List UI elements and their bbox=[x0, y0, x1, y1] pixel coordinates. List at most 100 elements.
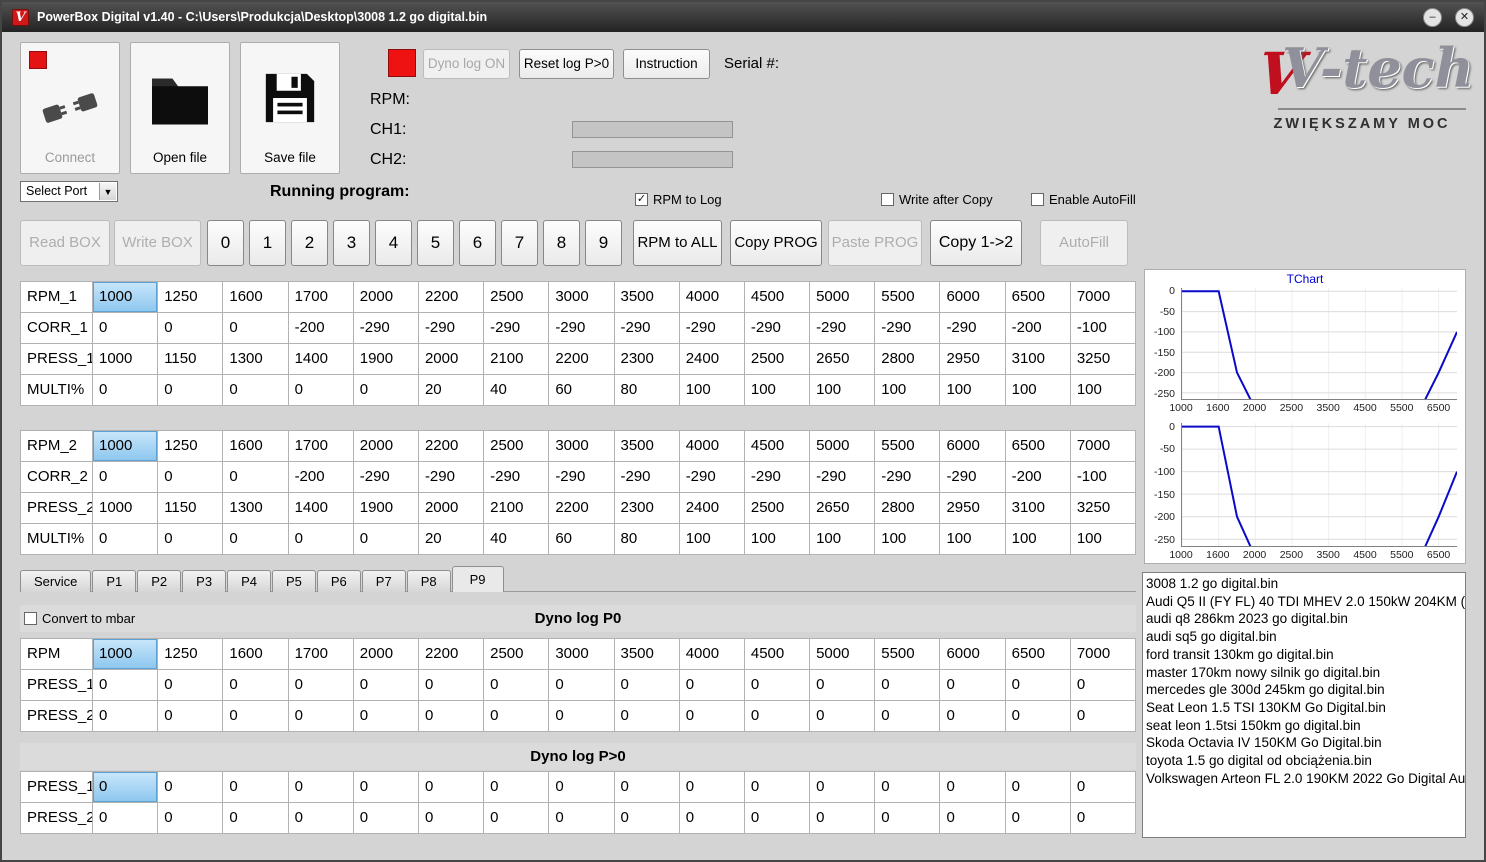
convert-to-mbar-checkbox[interactable]: Convert to mbar bbox=[24, 611, 135, 626]
table-cell[interactable]: 0 bbox=[288, 375, 354, 406]
table-cell[interactable]: 2300 bbox=[614, 493, 680, 524]
table-cell[interactable]: 5000 bbox=[810, 431, 876, 462]
table-cell[interactable]: -290 bbox=[418, 313, 485, 344]
save-file-button[interactable]: Save file bbox=[240, 42, 340, 174]
table-cell[interactable]: 0 bbox=[93, 524, 159, 555]
table-cell[interactable]: 0 bbox=[93, 313, 159, 344]
table-cell[interactable]: 1250 bbox=[158, 431, 224, 462]
table-cell[interactable]: 3250 bbox=[1070, 493, 1136, 524]
chevron-down-icon[interactable]: ▼ bbox=[99, 183, 116, 200]
table-cell[interactable]: 2400 bbox=[679, 493, 745, 524]
table-cell[interactable]: 0 bbox=[158, 375, 224, 406]
table-cell[interactable]: 0 bbox=[1070, 670, 1136, 701]
table-cell[interactable]: 0 bbox=[158, 701, 224, 732]
rpm-to-all-button[interactable]: RPM to ALL bbox=[633, 220, 722, 266]
table-cell[interactable]: 100 bbox=[1005, 375, 1071, 406]
table-cell[interactable]: 0 bbox=[744, 803, 811, 834]
table-cell[interactable]: 5000 bbox=[810, 282, 876, 313]
table-cell[interactable]: 0 bbox=[679, 803, 745, 834]
table-cell[interactable]: 7000 bbox=[1070, 639, 1136, 670]
table-cell[interactable]: 0 bbox=[1005, 772, 1071, 803]
table-cell[interactable]: 1600 bbox=[223, 282, 289, 313]
table-cell[interactable]: 3000 bbox=[549, 431, 615, 462]
file-list-item[interactable]: 3008 1.2 go digital.bin bbox=[1146, 575, 1465, 593]
open-file-button[interactable]: Open file bbox=[130, 42, 230, 174]
tab-p9[interactable]: P9 bbox=[451, 566, 504, 592]
table-cell[interactable]: 0 bbox=[223, 670, 289, 701]
copy-prog-button[interactable]: Copy PROG bbox=[730, 220, 822, 266]
table-cell[interactable]: -290 bbox=[679, 313, 745, 344]
table-cell[interactable]: 0 bbox=[353, 670, 419, 701]
digit-button-5[interactable]: 5 bbox=[417, 220, 454, 266]
digit-button-2[interactable]: 2 bbox=[291, 220, 328, 266]
table-cell[interactable]: 0 bbox=[810, 701, 876, 732]
table-cell[interactable]: 0 bbox=[223, 462, 289, 493]
table-cell[interactable]: 4500 bbox=[744, 282, 811, 313]
table-cell[interactable]: 0 bbox=[1070, 803, 1136, 834]
table-cell[interactable]: 2000 bbox=[418, 344, 485, 375]
table-cell[interactable]: 0 bbox=[158, 670, 224, 701]
table-cell[interactable]: 0 bbox=[223, 313, 289, 344]
table-cell[interactable]: 1700 bbox=[288, 639, 354, 670]
table-cell[interactable]: 0 bbox=[744, 670, 811, 701]
file-list-item[interactable]: Volkswagen Arteon FL 2.0 190KM 2022 Go D… bbox=[1146, 770, 1465, 788]
table-cell[interactable]: 0 bbox=[744, 772, 811, 803]
table-cell[interactable]: 3250 bbox=[1070, 344, 1136, 375]
table-cell[interactable]: 0 bbox=[158, 524, 224, 555]
table-cell[interactable]: 0 bbox=[1005, 670, 1071, 701]
table-cell[interactable]: -290 bbox=[810, 462, 876, 493]
table-cell[interactable]: -290 bbox=[679, 462, 745, 493]
enable-autofill-checkbox[interactable]: Enable AutoFill bbox=[1031, 192, 1136, 207]
table-cell[interactable]: 1000 bbox=[93, 344, 159, 375]
table-cell[interactable]: 0 bbox=[93, 375, 159, 406]
table-cell[interactable]: 0 bbox=[288, 524, 354, 555]
table-cell[interactable]: 0 bbox=[875, 772, 941, 803]
table-cell[interactable]: 3500 bbox=[614, 282, 680, 313]
table-cell[interactable]: 0 bbox=[940, 670, 1006, 701]
table-cell[interactable]: 1000 bbox=[93, 431, 159, 462]
table-cell[interactable]: 2000 bbox=[353, 639, 419, 670]
table-cell[interactable]: 1700 bbox=[288, 431, 354, 462]
file-list-item[interactable]: mercedes gle 300d 245km go digital.bin bbox=[1146, 681, 1465, 699]
table-cell[interactable]: 4000 bbox=[679, 282, 745, 313]
table-cell[interactable]: 6500 bbox=[1005, 282, 1071, 313]
table-cell[interactable]: 2200 bbox=[418, 282, 485, 313]
table-cell[interactable]: 40 bbox=[484, 524, 550, 555]
table-cell[interactable]: 2500 bbox=[484, 431, 550, 462]
table-cell[interactable]: -290 bbox=[484, 462, 550, 493]
table-cell[interactable]: 0 bbox=[223, 803, 289, 834]
digit-button-3[interactable]: 3 bbox=[333, 220, 370, 266]
table-cell[interactable]: -200 bbox=[1005, 313, 1071, 344]
table-cell[interactable]: -290 bbox=[810, 313, 876, 344]
digit-button-0[interactable]: 0 bbox=[207, 220, 244, 266]
table-cell[interactable]: 6500 bbox=[1005, 431, 1071, 462]
table-cell[interactable]: 0 bbox=[353, 772, 419, 803]
table-cell[interactable]: 2000 bbox=[418, 493, 485, 524]
table-cell[interactable]: 2800 bbox=[875, 344, 941, 375]
table-cell[interactable]: 2950 bbox=[940, 493, 1006, 524]
table-cell[interactable]: 3000 bbox=[549, 639, 615, 670]
table-cell[interactable]: 0 bbox=[223, 375, 289, 406]
table-cell[interactable]: 0 bbox=[223, 701, 289, 732]
table-cell[interactable]: 4000 bbox=[679, 639, 745, 670]
table-cell[interactable]: 0 bbox=[288, 772, 354, 803]
connect-button[interactable]: Connect bbox=[20, 42, 120, 174]
table-cell[interactable]: 2800 bbox=[875, 493, 941, 524]
table-cell[interactable]: 0 bbox=[810, 772, 876, 803]
table-cell[interactable]: 100 bbox=[1070, 524, 1136, 555]
file-list-item[interactable]: ford transit 130km go digital.bin bbox=[1146, 646, 1465, 664]
table-cell[interactable]: 0 bbox=[940, 701, 1006, 732]
table-cell[interactable]: 0 bbox=[614, 772, 680, 803]
tab-p1[interactable]: P1 bbox=[92, 570, 137, 592]
table-cell[interactable]: 0 bbox=[1005, 701, 1071, 732]
table-cell[interactable]: -290 bbox=[353, 313, 419, 344]
table-cell[interactable]: -290 bbox=[614, 313, 680, 344]
table-cell[interactable]: 3500 bbox=[614, 431, 680, 462]
table-cell[interactable]: -290 bbox=[614, 462, 680, 493]
table-cell[interactable]: 0 bbox=[418, 803, 485, 834]
close-button[interactable]: ✕ bbox=[1455, 7, 1474, 27]
table-cell[interactable]: 100 bbox=[875, 524, 941, 555]
table-cell[interactable]: 1250 bbox=[158, 282, 224, 313]
table-cell[interactable]: 1150 bbox=[158, 344, 224, 375]
table-cell[interactable]: 1300 bbox=[223, 493, 289, 524]
